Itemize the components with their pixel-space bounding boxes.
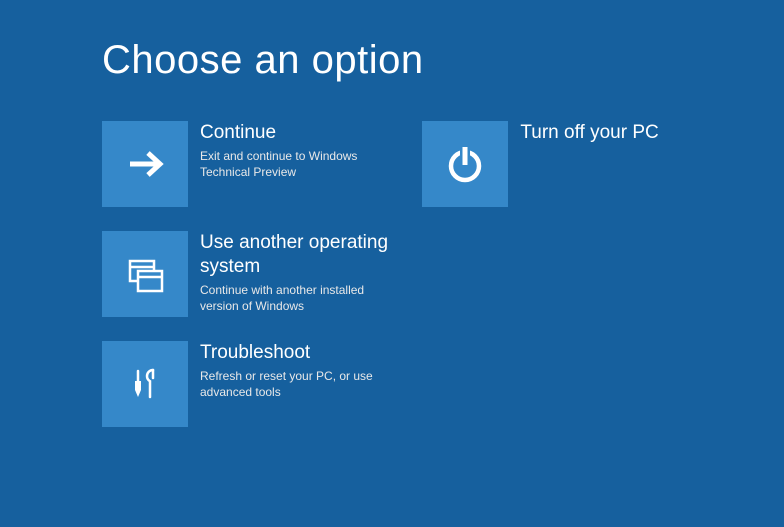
use-another-os-option[interactable]: Use another operating system Continue wi… [102, 231, 402, 317]
continue-text: Continue Exit and continue to Windows Te… [200, 121, 402, 180]
options-column-right: Turn off your PC [422, 121, 684, 427]
windows-stack-icon [102, 231, 188, 317]
options-grid: Continue Exit and continue to Windows Te… [102, 121, 684, 427]
troubleshoot-text: Troubleshoot Refresh or reset your PC, o… [200, 341, 402, 400]
turn-off-text: Turn off your PC [520, 121, 684, 148]
arrow-right-icon [102, 121, 188, 207]
recovery-environment-screen: Choose an option Continue Exit and conti… [0, 0, 784, 427]
options-column-left: Continue Exit and continue to Windows Te… [102, 121, 402, 427]
turn-off-title: Turn off your PC [520, 121, 684, 145]
use-another-os-text: Use another operating system Continue wi… [200, 231, 402, 314]
continue-option[interactable]: Continue Exit and continue to Windows Te… [102, 121, 402, 207]
troubleshoot-option[interactable]: Troubleshoot Refresh or reset your PC, o… [102, 341, 402, 427]
use-another-os-title: Use another operating system [200, 231, 402, 279]
troubleshoot-title: Troubleshoot [200, 341, 402, 365]
power-icon [422, 121, 508, 207]
continue-title: Continue [200, 121, 402, 145]
tools-icon [102, 341, 188, 427]
use-another-os-desc: Continue with another installed version … [200, 282, 402, 314]
turn-off-option[interactable]: Turn off your PC [422, 121, 684, 207]
continue-desc: Exit and continue to Windows Technical P… [200, 148, 402, 180]
troubleshoot-desc: Refresh or reset your PC, or use advance… [200, 368, 402, 400]
page-title: Choose an option [102, 38, 684, 83]
